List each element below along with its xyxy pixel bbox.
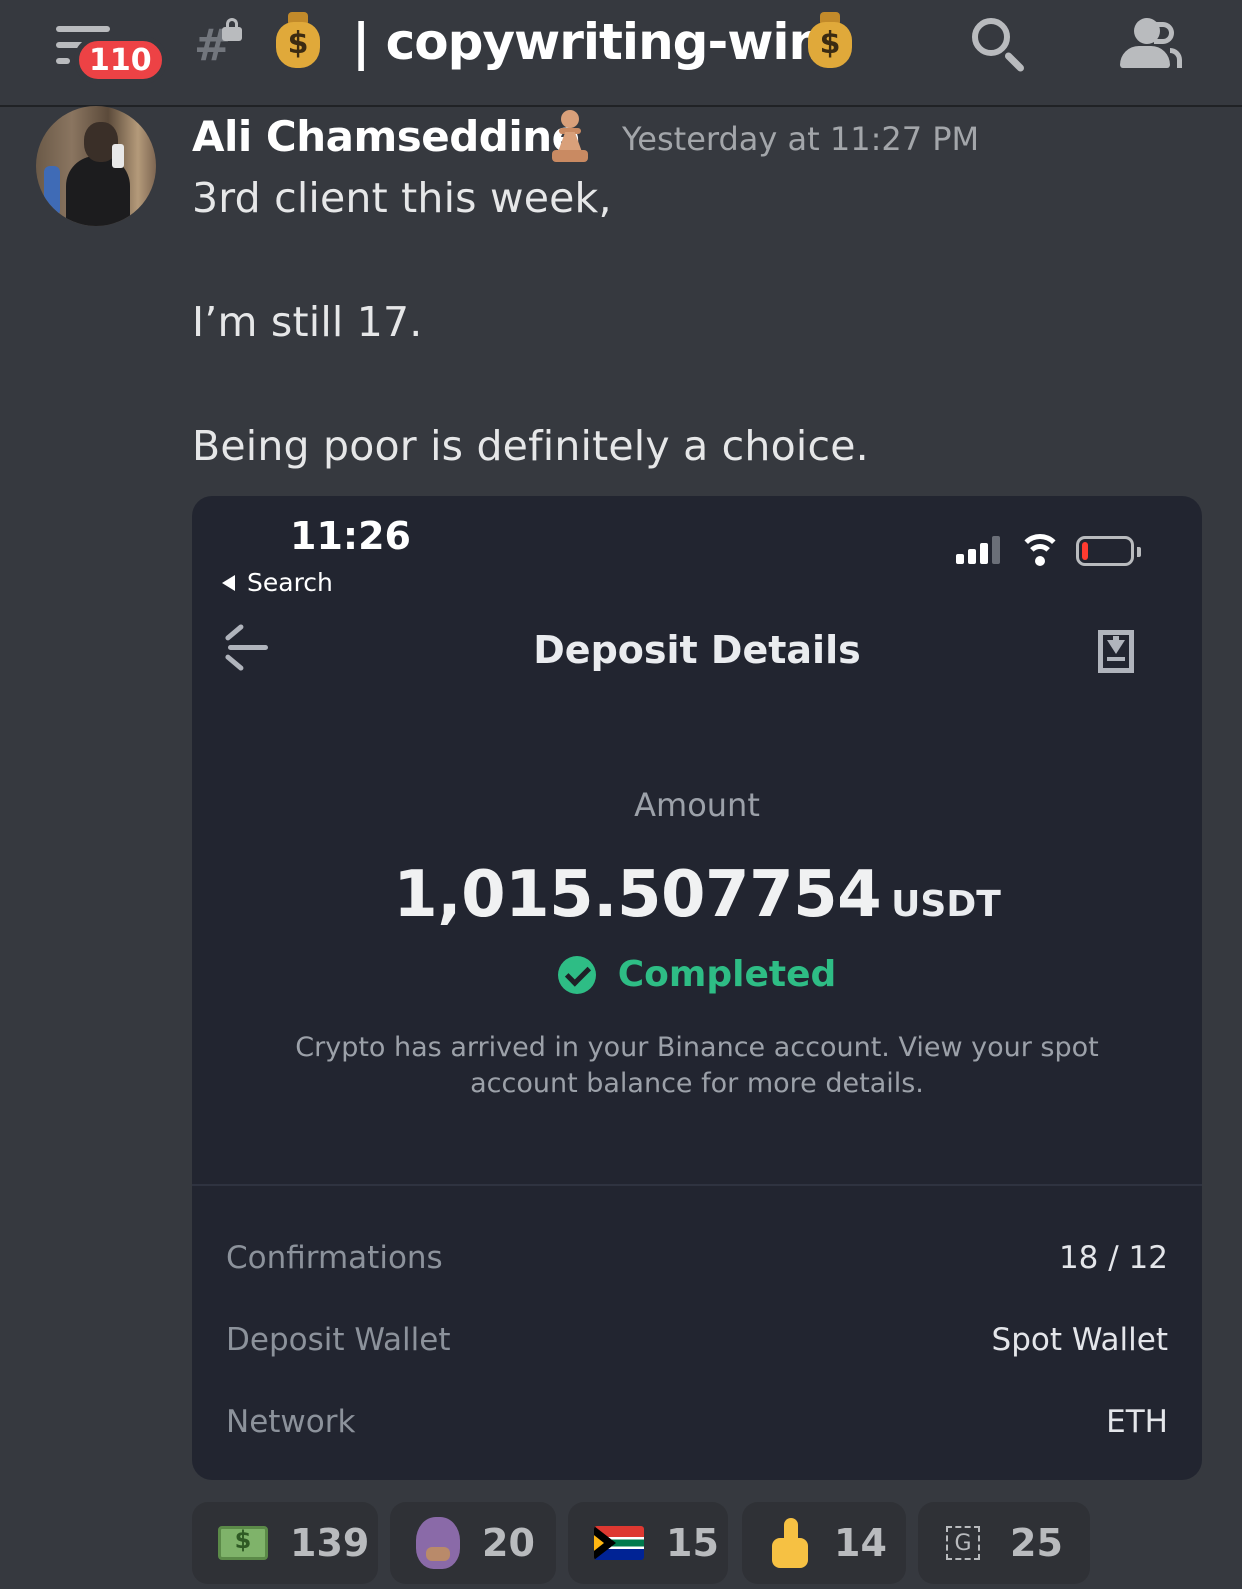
reaction-face[interactable]: 20 [390, 1502, 556, 1584]
back-triangle-icon [222, 574, 235, 591]
status-text: Completed [617, 954, 837, 995]
detail-row-deposit-wallet: Deposit Wallet Spot Wallet [226, 1322, 1168, 1358]
hamburger-menu-button[interactable]: 110 [56, 20, 167, 90]
reaction-flag[interactable]: 15 [568, 1502, 728, 1584]
battery-icon [1076, 536, 1141, 566]
detail-value: 18 / 12 [1058, 1240, 1168, 1276]
money-bag-icon: $ [276, 12, 320, 68]
amount-label: Amount [634, 786, 760, 824]
message-timestamp: Yesterday at 11:27 PM [622, 120, 980, 158]
status-row: Completed [192, 954, 1202, 995]
money-bag-icon: $ [808, 12, 852, 68]
chess-pawn-icon [552, 108, 588, 164]
reaction-count: 14 [834, 1521, 887, 1565]
menu-icon [56, 26, 110, 32]
face-emoji-icon [416, 1517, 460, 1569]
channel-header: 110 # $ | copywriting-wins $ [0, 0, 1242, 107]
search-icon-handle [1003, 51, 1026, 73]
lock-icon [222, 18, 242, 41]
thumbs-up-icon [768, 1518, 812, 1568]
amount-unit: USDT [891, 884, 1001, 925]
detail-label: Confirmations [226, 1240, 443, 1276]
members-icon-body [1120, 46, 1170, 68]
detail-row-network: Network ETH [226, 1404, 1168, 1440]
detail-label: Network [226, 1404, 356, 1440]
reaction-count: 25 [1010, 1521, 1063, 1565]
south-africa-flag-icon [594, 1526, 644, 1560]
members-button[interactable] [1118, 16, 1182, 72]
channel-title[interactable]: | copywriting-wins [352, 10, 853, 74]
g-sticker-icon: G [946, 1526, 980, 1560]
download-icon [1098, 630, 1134, 674]
reaction-count: 139 [290, 1521, 370, 1565]
detail-row-confirmations: Confirmations 18 / 12 [226, 1240, 1168, 1276]
avatar[interactable] [36, 106, 156, 226]
amount-row: 1,015.507754 USDT [192, 858, 1202, 932]
notification-badge: 110 [74, 36, 167, 84]
detail-value: ETH [1106, 1404, 1168, 1440]
avatar-detail [112, 144, 124, 168]
money-emoji-icon [218, 1526, 268, 1560]
divider [192, 1184, 1202, 1186]
detail-label: Deposit Wallet [226, 1322, 451, 1358]
search-button[interactable] [970, 16, 1030, 76]
deposit-info-text: Crypto has arrived in your Binance accou… [295, 1032, 1099, 1099]
detail-value: Spot Wallet [991, 1322, 1168, 1358]
menu-icon-line [56, 58, 70, 64]
message-line: 3rd client this week, [192, 174, 612, 222]
search-icon [972, 18, 1010, 56]
back-app-label: Search [247, 568, 333, 597]
reaction-thumbs-up[interactable]: 14 [742, 1502, 906, 1584]
message-line: Being poor is definitely a choice. [192, 422, 869, 470]
image-attachment[interactable]: 11:26 Search Deposit Details Amount 1,01… [192, 496, 1202, 1480]
members-icon-second-body [1170, 48, 1182, 68]
reaction-money[interactable]: 139 [192, 1502, 378, 1584]
reaction-count: 20 [482, 1521, 535, 1565]
locked-channel-icon: # [194, 18, 250, 74]
reaction-g[interactable]: G 25 [918, 1502, 1090, 1584]
check-circle-icon [557, 955, 596, 994]
message-author[interactable]: Ali Chamseddine [192, 112, 580, 161]
message-line: I’m still 17. [192, 298, 423, 346]
avatar-detail [44, 166, 60, 216]
wifi-icon [1018, 534, 1062, 566]
deposit-details-title: Deposit Details [533, 628, 861, 672]
members-icon-second [1154, 22, 1174, 44]
reaction-count: 15 [666, 1521, 719, 1565]
amount-value: 1,015.507754 [393, 858, 882, 932]
back-to-app: Search [222, 568, 333, 597]
cellular-signal-icon [956, 534, 1004, 564]
phone-status-time: 11:26 [290, 514, 411, 558]
